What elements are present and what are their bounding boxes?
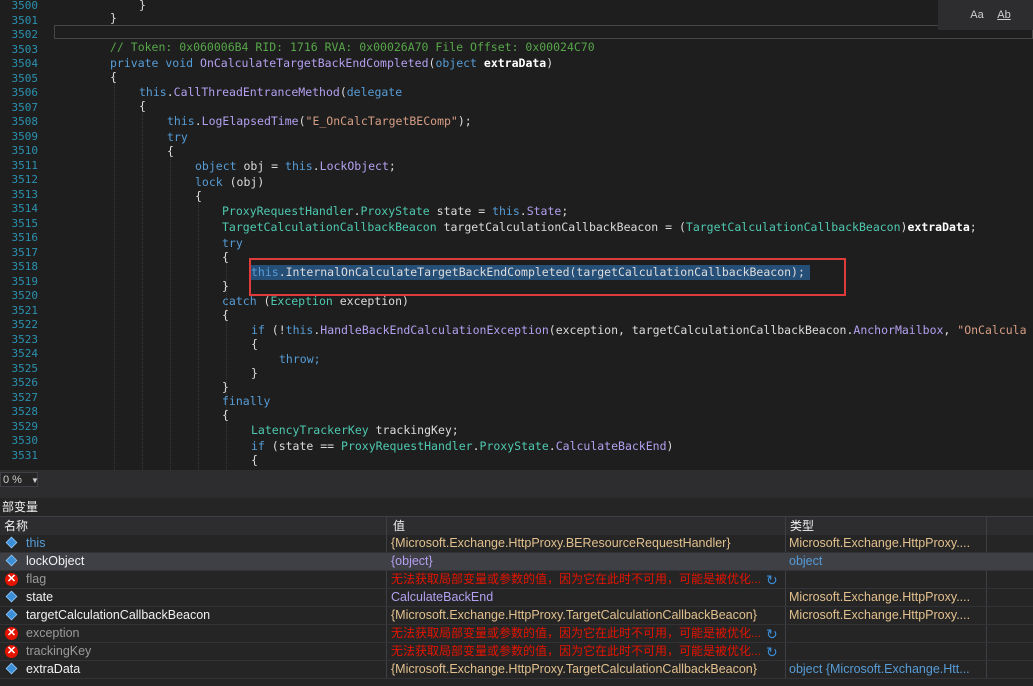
code-line-3523: { <box>251 337 258 351</box>
code-line-3501: } <box>110 11 117 25</box>
locals-row[interactable]: ✕ trackingKey 无法获取局部变量或参数的值，因为它在此时不可用，可能… <box>0 643 1033 661</box>
locals-row[interactable]: lockObject {object} object <box>0 553 1033 571</box>
locals-title: 部变量 <box>2 500 39 514</box>
refresh-icon[interactable]: ↻ <box>766 627 780 641</box>
local-value: {Microsoft.Exchange.HttpProxy.BEResource… <box>387 535 786 552</box>
locals-window: 部变量 名称 值 类型 this {Microsoft.Exchange.Htt… <box>0 498 1033 686</box>
local-type: object {Microsoft.Exchange.Htt... <box>786 661 987 678</box>
locals-row[interactable]: ✕ exception 无法获取局部变量或参数的值，因为它在此时不可用，可能是被… <box>0 625 1033 643</box>
panel-splitter[interactable] <box>0 490 1033 498</box>
chevron-down-icon: ▼ <box>31 476 39 485</box>
local-name: this <box>0 535 387 552</box>
code-line-3522: if (!this.HandleBackEndCalculationExcept… <box>251 323 1027 337</box>
code-line-3514: ProxyRequestHandler.ProxyState state = t… <box>222 204 569 218</box>
code-line-3530: if (state == ProxyRequestHandler.ProxySt… <box>251 439 674 453</box>
match-case-button[interactable]: Aa <box>966 7 988 23</box>
code-line-3510: { <box>167 144 174 158</box>
local-value: 无法获取局部变量或参数的值，因为它在此时不可用，可能是被优化... <box>387 625 786 642</box>
code-line-3513: { <box>195 189 202 203</box>
local-type: Microsoft.Exchange.HttpProxy.... <box>786 589 987 606</box>
highlight-annotation-box <box>249 258 846 296</box>
local-name: trackingKey <box>0 643 387 660</box>
code-line-3525: } <box>251 366 258 380</box>
column-header-value[interactable]: 值 <box>387 517 786 535</box>
local-name: exception <box>0 625 387 642</box>
zoom-dropdown[interactable]: 0 % ▼ <box>0 472 39 487</box>
local-type <box>786 625 987 642</box>
code-line-3531: { <box>251 453 258 467</box>
locals-row[interactable]: this {Microsoft.Exchange.HttpProxy.BERes… <box>0 535 1033 553</box>
find-options-panel: Aa Ab <box>938 0 1033 30</box>
code-line-3500: } <box>139 0 146 12</box>
local-value: 无法获取局部变量或参数的值，因为它在此时不可用，可能是被优化... <box>387 571 786 588</box>
local-name: targetCalculationCallbackBeacon <box>0 607 387 624</box>
local-name: state <box>0 589 387 606</box>
code-line-3516: try <box>222 236 243 250</box>
local-type: Microsoft.Exchange.HttpProxy.... <box>786 607 987 624</box>
code-line-3507: { <box>139 99 146 113</box>
local-value: {Microsoft.Exchange.HttpProxy.TargetCalc… <box>387 661 786 678</box>
locals-row[interactable]: extraData {Microsoft.Exchange.HttpProxy.… <box>0 661 1033 679</box>
local-type <box>786 643 987 660</box>
code-line-3505: { <box>110 70 117 84</box>
zoom-value: 0 % <box>3 474 22 486</box>
code-line-3509: try <box>167 130 188 144</box>
local-type: object <box>786 553 987 570</box>
whole-word-button[interactable]: Ab <box>993 7 1015 23</box>
locals-header: 名称 值 类型 <box>0 516 1033 535</box>
code-line-3524: throw; <box>279 352 321 366</box>
code-editor[interactable]: 3500 3501 3502 3503 3504 3505 3506 3507 3508 3509… <box>0 0 1033 470</box>
local-value: 无法获取局部变量或参数的值，因为它在此时不可用，可能是被优化... <box>387 643 786 660</box>
code-lines: } } // Token: 0x060006B4 RID: 1716 RVA: … <box>0 0 1033 470</box>
code-line-3506: this.CallThreadEntranceMethod(delegate <box>139 85 403 99</box>
local-name: lockObject <box>0 553 387 570</box>
locals-row[interactable]: ✕ flag 无法获取局部变量或参数的值，因为它在此时不可用，可能是被优化...… <box>0 571 1033 589</box>
code-line-3511: object obj = this.LockObject; <box>195 159 396 173</box>
code-line-3528: { <box>222 408 229 422</box>
code-line-3526: } <box>222 380 229 394</box>
local-value: {Microsoft.Exchange.HttpProxy.TargetCalc… <box>387 607 786 624</box>
column-header-name[interactable]: 名称 <box>0 517 387 535</box>
code-line-3504: private void OnCalculateTargetBackEndCom… <box>110 56 554 70</box>
code-line-3515: TargetCalculationCallbackBeacon targetCa… <box>222 220 977 234</box>
local-type <box>786 571 987 588</box>
code-line-3517: { <box>222 250 229 264</box>
code-line-3529: LatencyTrackerKey trackingKey; <box>251 423 459 437</box>
local-type: Microsoft.Exchange.HttpProxy.... <box>786 535 987 552</box>
locals-row[interactable]: targetCalculationCallbackBeacon {Microso… <box>0 607 1033 625</box>
code-line-3519: } <box>222 279 229 293</box>
code-line-3521: { <box>222 308 229 322</box>
local-name: flag <box>0 571 387 588</box>
local-value: CalculateBackEnd <box>387 589 786 606</box>
refresh-icon[interactable]: ↻ <box>766 645 780 659</box>
code-line-3508: this.LogElapsedTime("E_OnCalcTargetBECom… <box>167 114 472 128</box>
code-line-3512: lock (obj) <box>195 175 265 189</box>
editor-statusbar: 0 % ▼ <box>0 470 1033 490</box>
locals-row[interactable]: state CalculateBackEnd Microsoft.Exchang… <box>0 589 1033 607</box>
refresh-icon[interactable]: ↻ <box>766 573 780 587</box>
local-name: extraData <box>0 661 387 678</box>
local-value: {object} <box>387 553 786 570</box>
column-header-type[interactable]: 类型 <box>786 517 987 535</box>
code-line-3520: catch (Exception exception) <box>222 294 409 308</box>
code-line-3503: // Token: 0x060006B4 RID: 1716 RVA: 0x00… <box>110 40 595 54</box>
code-line-3527: finally <box>222 394 271 408</box>
